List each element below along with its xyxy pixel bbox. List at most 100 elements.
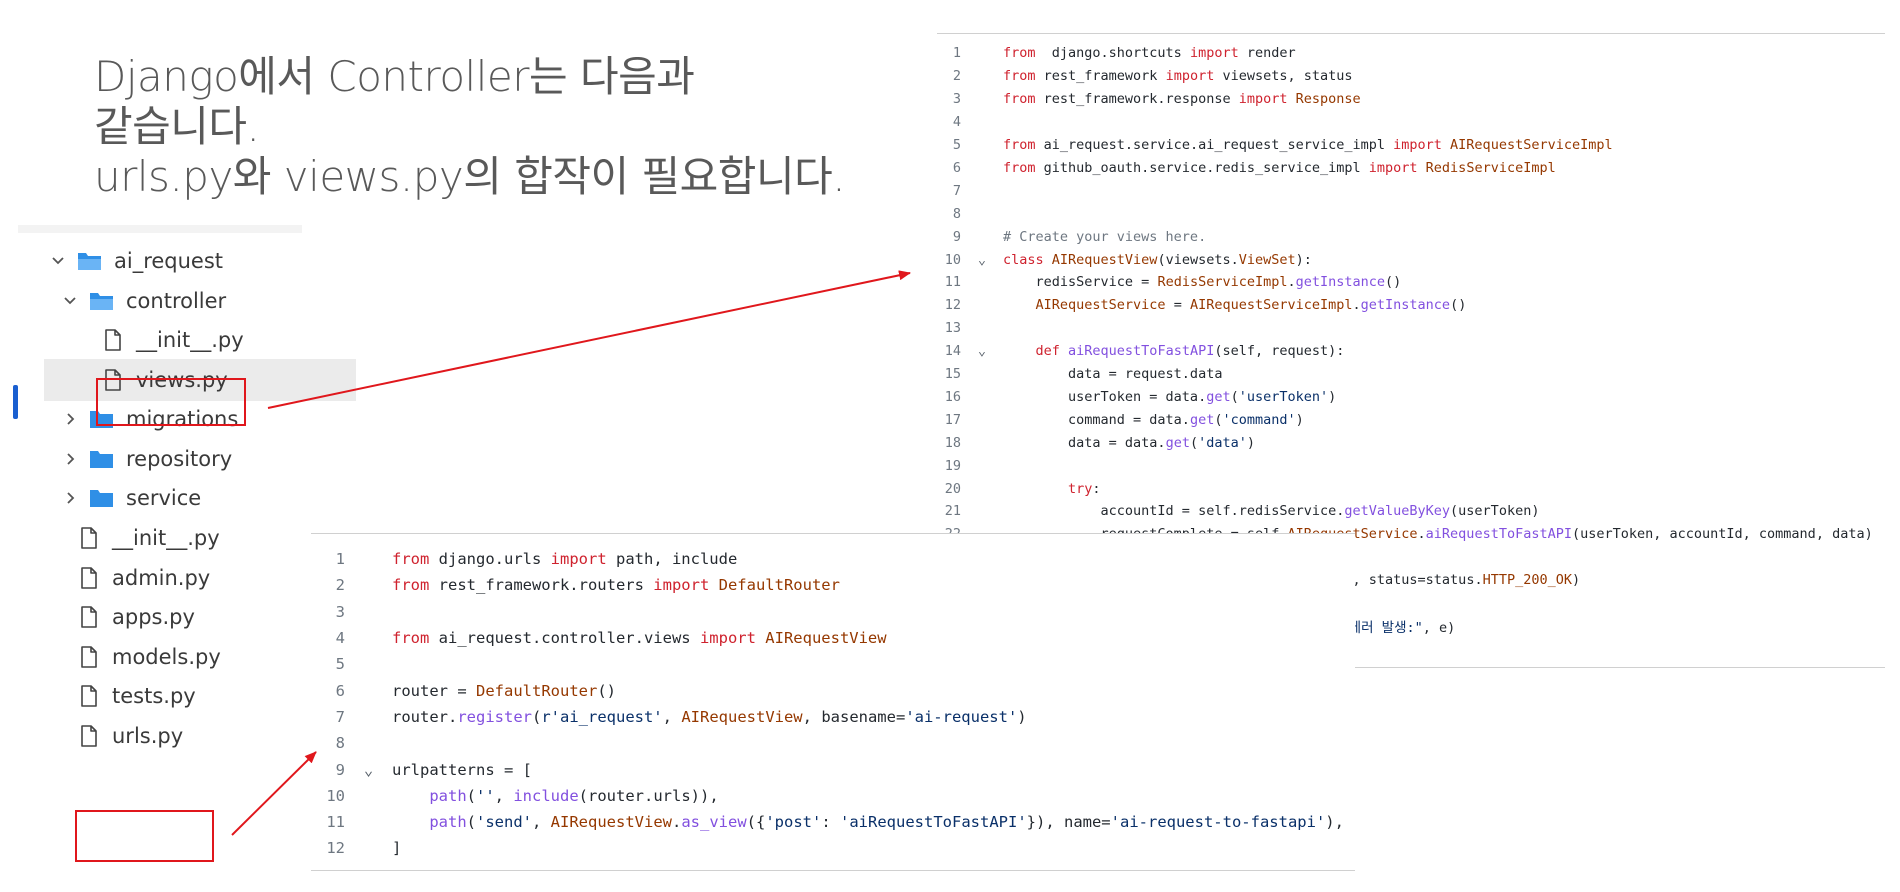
code-line: 15 data = request.data [937,363,1885,386]
code-token: # Create your views here. [1003,228,1207,245]
chevron-down-icon[interactable] [58,294,82,308]
tree-file-item[interactable]: apps.py [74,596,195,638]
chevron-right-icon[interactable] [58,491,82,505]
tree-file-item[interactable]: __init__.py [74,517,220,559]
code-text: class AIRequestView(viewsets.ViewSet): [1003,252,1312,268]
tree-item-label: tests.py [112,684,196,708]
tree-folder-item[interactable]: service [58,477,201,519]
tree-folder-item[interactable]: controller [58,280,226,322]
folder-open-icon [88,289,116,313]
tree-folder-item[interactable]: repository [58,438,232,480]
code-line: 8 [311,730,1355,756]
tree-folder-item[interactable]: ai_request [46,240,223,282]
code-token: rest_framework [1035,68,1166,85]
code-token: from [392,550,430,569]
active-file-indicator [13,385,18,419]
code-line: 12 AIRequestService = AIRequestServiceIm… [937,294,1885,317]
tree-top-divider [18,225,302,233]
code-text: router = DefaultRouter() [392,682,616,700]
code-token: register [457,707,532,726]
views-py-highlight-box [96,378,246,426]
line-number: 2 [335,576,345,595]
code-token: . [672,813,682,832]
code-token: github_oauth.service.redis_service_impl [1035,159,1369,176]
tree-file-item[interactable]: __init__.py [98,319,244,361]
code-line: 2 from rest_framework.routers import Defa… [311,572,1355,598]
code-text: from ai_request.service.ai_request_servi… [1003,137,1613,153]
tree-file-item[interactable]: urls.py [74,715,183,757]
code-text: data = request.data [1003,366,1222,382]
code-token: get [1189,411,1215,428]
code-token: , [532,813,551,832]
line-number: 18 [944,434,961,451]
code-token: aiRequestToFastAPI [1425,526,1572,543]
code-token: django.urls [429,550,551,569]
tree-item-label: ai_request [114,249,224,273]
code-token: getInstance [1360,297,1451,314]
file-icon [74,526,102,550]
fold-chevron-icon[interactable]: ⌄ [345,761,392,779]
fold-chevron-icon[interactable]: ⌄ [961,252,1003,268]
code-token: HTTP_200_OK [1482,572,1572,589]
code-text: path('', include(router.urls)), [392,786,718,805]
tree-item-label: models.py [112,645,221,669]
code-token: ) [1017,707,1027,726]
tree-file-item[interactable]: tests.py [74,675,196,717]
code-line: 4 from ai_request.controller.views import… [311,625,1355,651]
code-token: render [1238,45,1296,62]
slide-title-line: urls.py와 views.py의 합작이 필요합니다. [94,152,846,201]
code-token: RedisServiceImpl [1417,159,1556,176]
chevron-right-icon[interactable] [58,412,82,426]
tree-item-label: controller [126,289,227,313]
line-number: 11 [944,274,961,291]
tree-file-item[interactable]: models.py [74,636,221,678]
code-token: ), [1325,813,1344,832]
code-token: 'ai-request-to-fastapi' [1110,813,1326,832]
code-token: ) [1328,388,1337,405]
code-line: 4 [937,111,1885,134]
tree-item-label: apps.py [112,605,195,629]
code-text: command = data.get('command') [1003,412,1304,428]
line-number: 20 [944,480,961,497]
slide-title-line: 같습니다. [94,102,260,151]
code-line: 6 router = DefaultRouter() [311,678,1355,704]
code-token: AIRequestView [755,629,887,648]
code-token: def [1035,343,1060,360]
folder-open-icon [76,249,104,273]
folder-icon [88,447,116,471]
code-token: import [1165,68,1215,85]
chevron-right-icon[interactable] [58,452,82,466]
line-number: 5 [952,137,961,154]
code-token: . [1352,297,1361,314]
code-token: AIRequestView [1043,251,1158,268]
code-token: ( [531,707,542,726]
code-token: get [1206,388,1231,405]
fold-chevron-icon[interactable]: ⌄ [961,343,1003,359]
code-text: urlpatterns = [ [392,761,532,779]
code-token: 'ai-request' [905,707,1018,726]
code-token: = [1165,297,1190,314]
code-token: , [494,786,514,805]
code-text: redisService = RedisServiceImpl.getInsta… [1003,274,1402,290]
code-token: (userToken) [1450,503,1540,520]
code-token: ) [1246,434,1256,451]
chevron-down-icon[interactable] [46,254,70,268]
line-number: 17 [944,411,961,428]
tree-file-item[interactable]: admin.py [74,557,210,599]
code-token: 'command' [1222,411,1296,428]
urls-py-code-panel: 1 from django.urls import path, include 2 f… [311,533,1355,871]
line-number: 11 [326,813,345,832]
code-token: from [392,629,430,648]
panel-top-border [937,33,1885,34]
code-line: 12] [311,835,1355,861]
code-text: from rest_framework.response import Resp… [1003,91,1361,107]
code-line: 11 redisService = RedisServiceImpl.getIn… [937,271,1885,294]
code-token: 'post' [765,813,822,832]
code-token: ( [466,813,476,832]
code-text: from github_oauth.service.redis_service_… [1003,160,1556,176]
file-icon [74,566,102,590]
code-text: from django.shortcuts import render [1003,45,1296,61]
code-token: ): [1295,251,1312,268]
line-number: 1 [335,550,345,569]
code-token: (viewsets. [1157,251,1239,268]
